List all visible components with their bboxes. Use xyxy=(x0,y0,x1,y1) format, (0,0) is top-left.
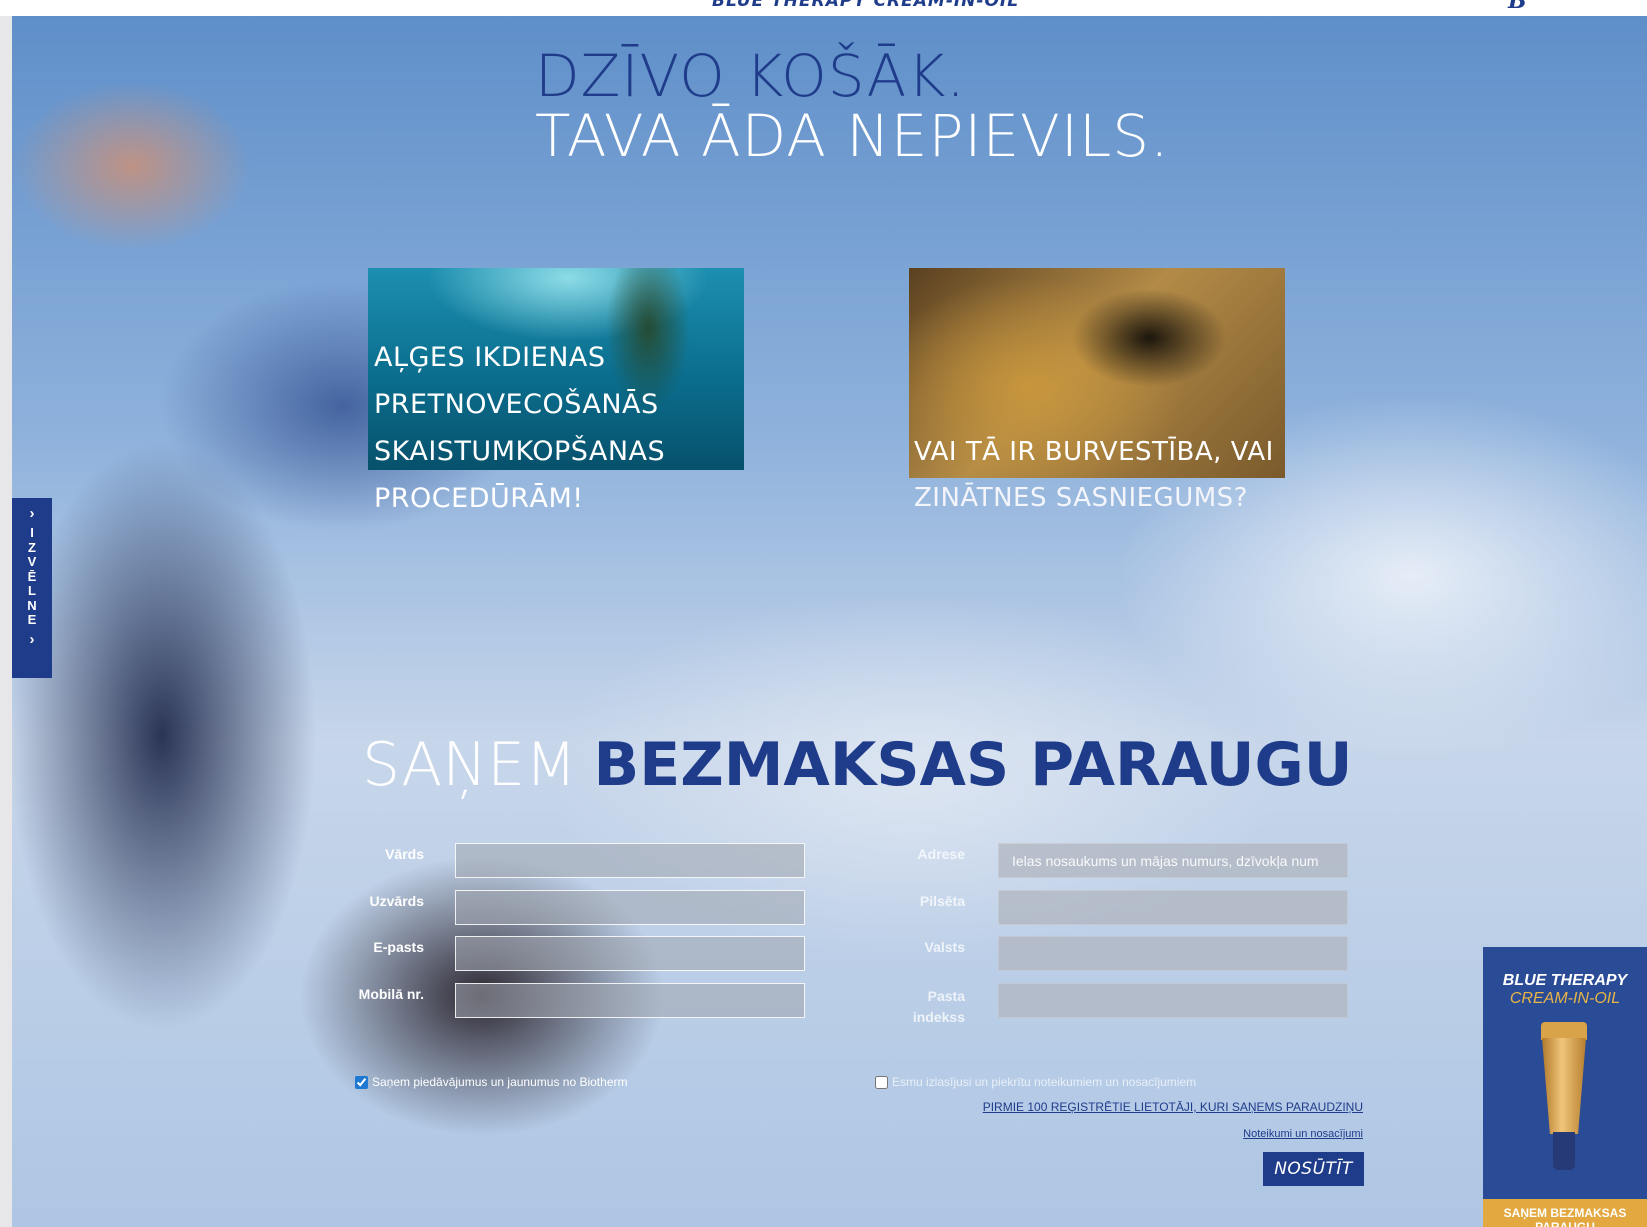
ad-cta-label: SAŅEM BEZMAKSAS PARAUGU xyxy=(1483,1199,1647,1227)
promo-card-algae-caption: AĻĢES IKDIENAS PRETNOVECOŠANĀS SKAISTUMK… xyxy=(374,334,754,522)
promo-card-science-caption: VAI TĀ IR BURVESTĪBA, VAI ZINĀTNES SASNI… xyxy=(914,429,1294,521)
form-title: SAŅEM BEZMAKSAS PARAUGU xyxy=(362,730,1352,800)
promo-caption-line: ZINĀTNES SASNIEGUMS? xyxy=(914,483,1248,513)
first-name-field[interactable] xyxy=(455,843,805,878)
promo-caption-line: PRETNOVECOŠANĀS xyxy=(374,389,659,420)
product-sample-ad[interactable]: BLUE THERAPY CREAM-IN-OIL SAŅEM BEZMAKSA… xyxy=(1483,947,1647,1227)
email-field[interactable] xyxy=(455,936,805,971)
last-name-label: Uzvārds xyxy=(369,893,424,909)
email-label: E-pasts xyxy=(373,939,424,955)
address-field[interactable] xyxy=(998,843,1348,878)
form-title-bold: BEZMAKSAS PARAUGU xyxy=(593,730,1353,800)
postal-code-field[interactable] xyxy=(998,983,1348,1018)
side-menu-tab[interactable]: › IZVĒLNE › xyxy=(12,498,52,678)
chevron-right-icon: › xyxy=(29,505,35,522)
last-name-field[interactable] xyxy=(455,890,805,925)
terms-checkbox[interactable] xyxy=(875,1075,888,1089)
promo-caption-line: AĻĢES IKDIENAS xyxy=(374,342,606,373)
page-left-edge xyxy=(0,16,12,1227)
address-label: Adrese xyxy=(917,846,965,862)
terms-link[interactable]: Noteikumi un nosacījumi xyxy=(1243,1128,1363,1140)
form-title-light: SAŅEM xyxy=(362,730,577,800)
headline-line-1: DZĪVO KOŠĀK. xyxy=(535,42,966,110)
page-headline: DZĪVO KOŠĀK. TAVA ĀDA NEPIEVILS. xyxy=(535,46,1170,166)
newsletter-checkbox-label: Saņem piedāvājumus un jaunumus no Biothe… xyxy=(372,1075,628,1089)
side-menu-label: IZVĒLNE xyxy=(27,525,37,627)
newsletter-checkbox[interactable] xyxy=(355,1075,368,1089)
chevron-right-icon: › xyxy=(29,630,35,648)
country-label: Valsts xyxy=(924,939,965,955)
promo-caption-line: SKAISTUMKOPŠANAS xyxy=(374,436,666,467)
brand-logo[interactable]: B xyxy=(1508,0,1527,14)
product-tube-image xyxy=(1538,1022,1590,1172)
promo-caption-line: PROCEDŪRĀM! xyxy=(374,483,584,514)
top-banner-text: BLUE THERAPY CREAM-IN-OIL xyxy=(712,0,1020,11)
headline-line-2: TAVA ĀDA NEPIEVILS. xyxy=(535,102,1170,170)
mobile-field[interactable] xyxy=(455,983,805,1018)
terms-checkbox-row[interactable]: Esmu izlasījusi un piekrītu noteikumiem … xyxy=(875,1075,1196,1089)
mobile-label: Mobilā nr. xyxy=(358,986,424,1002)
top-banner-strip: BLUE THERAPY CREAM-IN-OIL B xyxy=(0,0,1647,16)
country-field[interactable] xyxy=(998,936,1348,971)
city-label: Pilsēta xyxy=(919,893,965,909)
newsletter-checkbox-row[interactable]: Saņem piedāvājumus un jaunumus no Biothe… xyxy=(355,1075,627,1089)
postal-code-label: Pasta indekss xyxy=(912,988,965,1025)
ad-product-name: CREAM-IN-OIL xyxy=(1509,990,1621,1007)
terms-checkbox-label: Esmu izlasījusi un piekrītu noteikumiem … xyxy=(892,1075,1197,1089)
first-100-users-link[interactable]: PIRMIE 100 REĢISTRĒTIE LIETOTĀJI, KURI S… xyxy=(983,1100,1363,1114)
city-field[interactable] xyxy=(998,890,1348,925)
ad-brand-name: BLUE THERAPY xyxy=(1502,972,1628,989)
hero-background xyxy=(12,16,1647,1227)
submit-button[interactable]: NOSŪTĪT xyxy=(1263,1152,1364,1186)
first-name-label: Vārds xyxy=(385,846,424,862)
promo-caption-line: VAI TĀ IR BURVESTĪBA, VAI xyxy=(914,437,1274,467)
